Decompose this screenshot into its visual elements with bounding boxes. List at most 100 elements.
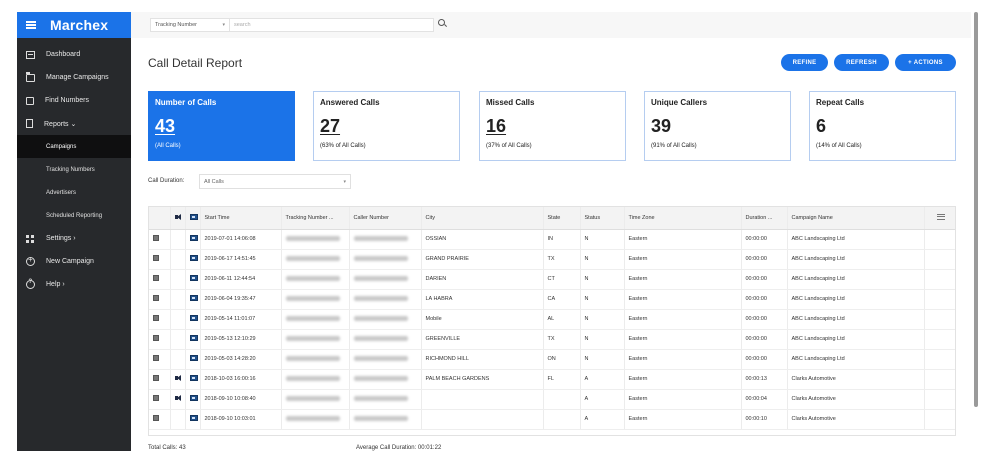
- expand-toggle[interactable]: [149, 249, 171, 270]
- expand-toggle[interactable]: [149, 269, 171, 290]
- column-header-city[interactable]: City: [421, 207, 544, 230]
- stat-subtext: (All Calls): [155, 143, 181, 149]
- card-cell[interactable]: [185, 249, 201, 270]
- expand-toggle[interactable]: [149, 329, 171, 350]
- stat-title: Number of Calls: [155, 98, 217, 107]
- call-duration-select[interactable]: All Calls ▾: [199, 174, 351, 189]
- card-column-header[interactable]: [185, 207, 201, 230]
- sidebar-subitem-advertisers[interactable]: Advertisers: [17, 181, 131, 204]
- actions-button[interactable]: + ACTIONS: [895, 54, 956, 71]
- sidebar-subitem-scheduled-reporting[interactable]: Scheduled Reporting: [17, 204, 131, 227]
- expand-toggle[interactable]: [149, 389, 171, 410]
- table-row[interactable]: 2018-09-10 10:03:01 A Eastern 00:00:10 Clark…: [149, 409, 955, 430]
- refresh-button[interactable]: REFRESH: [834, 54, 889, 71]
- stat-card-unique-callers[interactable]: Unique Callers 39 (91% of All Calls): [644, 91, 791, 161]
- audio-column-header[interactable]: [170, 207, 186, 230]
- column-menu-header[interactable]: [924, 207, 955, 230]
- sidebar-item-help[interactable]: Help ›: [17, 273, 131, 296]
- app-logo[interactable]: Marchex: [50, 17, 108, 33]
- refine-button[interactable]: REFINE: [781, 54, 828, 71]
- table-row[interactable]: 2018-10-03 16:00:16 PALM BEACH GARDENS FL A…: [149, 369, 955, 390]
- stat-card-answered-calls[interactable]: Answered Calls 27 (63% of All Calls): [313, 91, 460, 161]
- cell-duration: 00:00:13: [741, 369, 788, 390]
- stat-subtext: (91% of All Calls): [651, 143, 697, 149]
- sidebar-item-new-campaign[interactable]: New Campaign: [17, 250, 131, 273]
- page-scrollbar[interactable]: [974, 12, 978, 407]
- cell-status: N: [580, 349, 625, 370]
- cell-state: [543, 409, 581, 430]
- search-icon[interactable]: [438, 19, 447, 28]
- audio-cell[interactable]: [170, 389, 186, 410]
- table-body: 2019-07-01 14:06:08 OSSIAN IN N Eastern 00:00…: [149, 229, 955, 430]
- cell-status: N: [580, 229, 625, 250]
- cell-caller-number: [349, 269, 422, 290]
- card-cell[interactable]: [185, 269, 201, 290]
- stat-card-number-of-calls[interactable]: Number of Calls 43 (All Calls): [148, 91, 295, 161]
- cell-start-time: 2018-10-03 16:00:16: [200, 369, 282, 390]
- stat-card-missed-calls[interactable]: Missed Calls 16 (37% of All Calls): [479, 91, 626, 161]
- card-cell[interactable]: [185, 289, 201, 310]
- cell-start-time: 2019-05-14 11:01:07: [200, 309, 282, 330]
- column-header-time-zone[interactable]: Time Zone: [624, 207, 742, 230]
- table-row[interactable]: 2019-07-01 14:06:08 OSSIAN IN N Eastern 00:00…: [149, 229, 955, 250]
- table-row[interactable]: 2019-06-17 14:51:45 GRAND PRAIRIE TX N Easte…: [149, 249, 955, 270]
- card-cell[interactable]: [185, 329, 201, 350]
- sidebar-item-reports[interactable]: Reports ⌄: [17, 112, 131, 135]
- expand-toggle[interactable]: [149, 349, 171, 370]
- column-header-campaign-name[interactable]: Campaign Name: [787, 207, 925, 230]
- column-header-state[interactable]: State: [543, 207, 581, 230]
- hamburger-menu-icon[interactable]: [26, 21, 36, 29]
- redacted-value: [353, 355, 408, 361]
- table-row[interactable]: 2019-05-14 11:01:07 Mobile AL N Eastern 00:00…: [149, 309, 955, 330]
- card-cell[interactable]: [185, 389, 201, 410]
- column-header-caller-number[interactable]: Caller Number: [349, 207, 422, 230]
- redacted-value: [353, 255, 408, 261]
- expand-icon: [153, 335, 159, 341]
- card-cell[interactable]: [185, 349, 201, 370]
- cell-campaign-name: ABC Landscaping Ltd: [787, 329, 925, 350]
- cell-caller-number: [349, 409, 422, 430]
- redacted-value: [285, 255, 340, 261]
- sidebar-item-find-numbers[interactable]: Find Numbers: [17, 89, 131, 112]
- redacted-value: [285, 355, 340, 361]
- card-cell[interactable]: [185, 309, 201, 330]
- column-header-tracking-number[interactable]: Tracking Number ...: [281, 207, 350, 230]
- table-row[interactable]: 2019-06-04 19:35:47 LA HABRA CA N Eastern 00:…: [149, 289, 955, 310]
- card-cell[interactable]: [185, 409, 201, 430]
- search-type-select[interactable]: Tracking Number ▾: [150, 18, 230, 32]
- expand-toggle[interactable]: [149, 289, 171, 310]
- sidebar-item-dashboard[interactable]: Dashboard: [17, 43, 131, 66]
- search-type-value: Tracking Number: [155, 22, 197, 28]
- card-cell[interactable]: [185, 229, 201, 250]
- audio-cell: [170, 249, 186, 270]
- cell-empty: [924, 349, 955, 370]
- search-input[interactable]: [230, 18, 434, 32]
- column-header-start-time[interactable]: Start Time: [200, 207, 282, 230]
- column-header-status[interactable]: Status: [580, 207, 625, 230]
- table-row[interactable]: 2018-09-10 10:08:40 A Eastern 00:00:04 Clark…: [149, 389, 955, 410]
- sidebar-subitem-campaigns[interactable]: Campaigns: [17, 135, 131, 158]
- expand-toggle[interactable]: [149, 409, 171, 430]
- cell-city: OSSIAN: [421, 229, 544, 250]
- expand-toggle[interactable]: [149, 309, 171, 330]
- cell-city: DARIEN: [421, 269, 544, 290]
- cell-duration: 00:00:00: [741, 229, 788, 250]
- cell-duration: 00:00:00: [741, 309, 788, 330]
- sidebar-item-manage-campaigns[interactable]: Manage Campaigns: [17, 66, 131, 89]
- expand-toggle[interactable]: [149, 369, 171, 390]
- stat-subtext: (63% of All Calls): [320, 143, 366, 149]
- sidebar-item-settings[interactable]: Settings ›: [17, 227, 131, 250]
- table-row[interactable]: 2019-05-13 12:10:29 GREENVILLE TX N Eastern 0…: [149, 329, 955, 350]
- stat-card-repeat-calls[interactable]: Repeat Calls 6 (14% of All Calls): [809, 91, 956, 161]
- column-header-duration[interactable]: Duration ...: [741, 207, 788, 230]
- help-icon: [26, 279, 35, 289]
- table-row[interactable]: 2019-05-03 14:28:20 RICHMOND HILL ON N Easte…: [149, 349, 955, 370]
- sidebar-subitem-tracking-numbers[interactable]: Tracking Numbers: [17, 158, 131, 181]
- expand-toggle[interactable]: [149, 229, 171, 250]
- table-row[interactable]: 2019-06-11 12:44:54 DARIEN CT N Eastern 00:00…: [149, 269, 955, 290]
- card-cell[interactable]: [185, 369, 201, 390]
- audio-cell[interactable]: [170, 369, 186, 390]
- expand-icon: [153, 315, 159, 321]
- id-card-icon: [189, 295, 198, 301]
- id-card-icon: [189, 355, 198, 361]
